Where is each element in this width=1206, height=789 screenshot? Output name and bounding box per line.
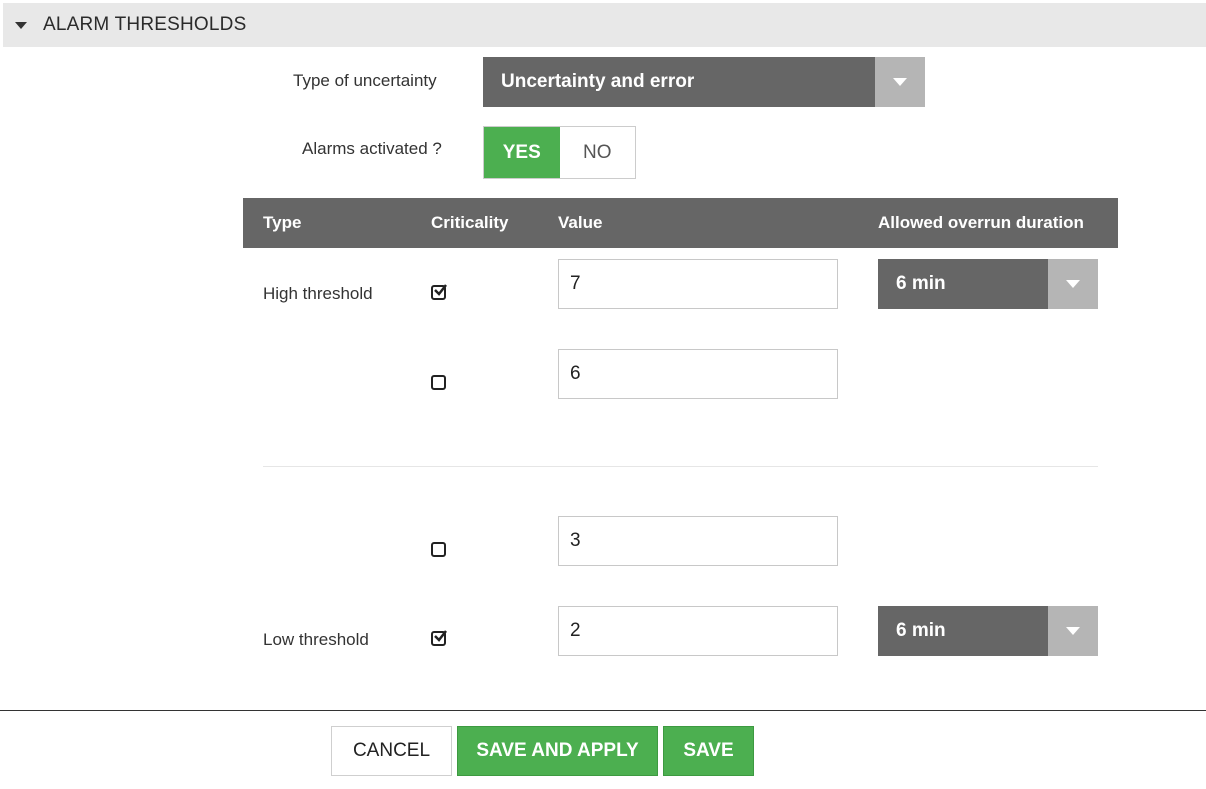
threshold-value-input[interactable] xyxy=(558,516,838,566)
alarm-thresholds-section-header[interactable]: ALARM THRESHOLDS xyxy=(3,3,1206,47)
threshold-value-input[interactable] xyxy=(558,349,838,399)
overrun-duration-value: 6 min xyxy=(896,620,946,641)
alarms-activated-toggle[interactable]: YES NO xyxy=(483,126,636,179)
threshold-value-input[interactable] xyxy=(558,259,838,309)
alarms-no-option[interactable]: NO xyxy=(560,127,636,178)
criticality-checkbox-unchecked[interactable] xyxy=(431,542,446,557)
uncertainty-type-value: Uncertainty and error xyxy=(501,71,695,92)
alarms-yes-option[interactable]: YES xyxy=(484,127,560,178)
threshold-type-label: Low threshold xyxy=(263,630,369,649)
checkmark-icon xyxy=(434,630,447,642)
footer-divider xyxy=(0,710,1206,711)
save-button[interactable]: SAVE xyxy=(663,726,754,776)
caret-down-icon xyxy=(15,21,27,29)
uncertainty-type-label: Type of uncertainty xyxy=(293,71,437,90)
column-header-overrun-duration: Allowed overrun duration xyxy=(878,213,1084,232)
threshold-type-label: High threshold xyxy=(263,284,373,303)
column-header-criticality: Criticality xyxy=(431,213,509,232)
section-title: ALARM THRESHOLDS xyxy=(43,14,247,35)
column-header-type: Type xyxy=(263,213,302,232)
overrun-duration-value: 6 min xyxy=(896,273,946,294)
dropdown-arrow-icon[interactable] xyxy=(875,57,925,107)
criticality-checkbox-checked[interactable] xyxy=(431,284,447,300)
overrun-duration-select[interactable]: 6 min xyxy=(878,259,1098,309)
dropdown-arrow-icon[interactable] xyxy=(1048,606,1098,656)
uncertainty-type-select[interactable]: Uncertainty and error xyxy=(483,57,925,107)
cancel-button[interactable]: CANCEL xyxy=(331,726,452,776)
checkmark-icon xyxy=(434,284,447,296)
overrun-duration-select[interactable]: 6 min xyxy=(878,606,1098,656)
criticality-checkbox-unchecked[interactable] xyxy=(431,375,446,390)
column-header-value: Value xyxy=(558,213,603,232)
save-and-apply-button[interactable]: SAVE AND APPLY xyxy=(457,726,658,776)
alarms-activated-label: Alarms activated ? xyxy=(302,139,442,158)
dropdown-arrow-icon[interactable] xyxy=(1048,259,1098,309)
threshold-value-input[interactable] xyxy=(558,606,838,656)
thresholds-table-header: Type Criticality Value Allowed overrun d… xyxy=(243,198,1118,248)
criticality-checkbox-checked[interactable] xyxy=(431,630,447,646)
thresholds-divider xyxy=(263,466,1098,467)
